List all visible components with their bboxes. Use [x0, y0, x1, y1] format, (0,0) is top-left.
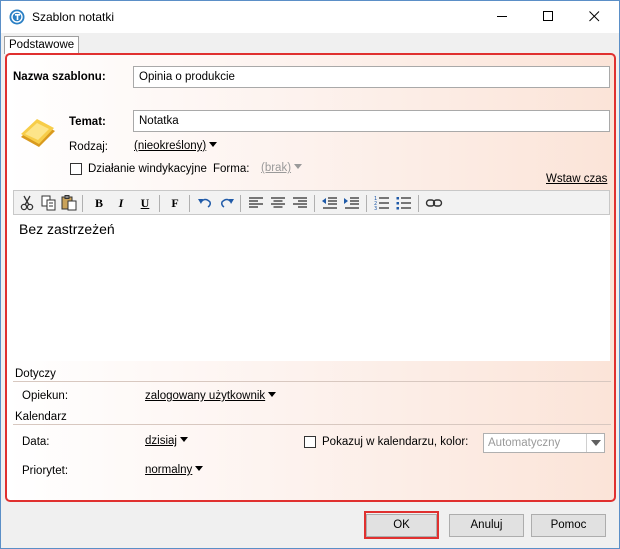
recovery-checkbox[interactable] — [70, 163, 82, 175]
note-icon — [21, 119, 55, 147]
form-dropdown[interactable]: (brak) — [261, 162, 303, 174]
toolbar-separator — [314, 195, 315, 212]
date-label: Data: — [22, 436, 50, 448]
minimize-icon — [497, 16, 507, 17]
priority-value: normalny — [145, 464, 193, 476]
toolbar-separator — [240, 195, 241, 212]
type-value: (nieokreślony) — [134, 140, 207, 152]
chevron-down-icon — [195, 466, 204, 471]
maximize-button[interactable] — [525, 1, 571, 32]
toolbar-separator — [366, 195, 367, 212]
redo-icon[interactable] — [218, 194, 236, 212]
copy-icon[interactable] — [40, 194, 58, 212]
subject-label: Temat: — [69, 116, 106, 128]
guardian-value: zalogowany użytkownik — [145, 390, 266, 402]
chevron-down-icon — [294, 164, 303, 169]
template-name-label: Nazwa szablonu: — [13, 71, 106, 83]
align-right-icon[interactable] — [291, 194, 309, 212]
window-title: Szablon notatki — [32, 10, 115, 24]
date-dropdown[interactable]: dzisiaj — [145, 435, 188, 447]
chevron-down-icon — [268, 392, 277, 397]
toolbar-separator — [82, 195, 83, 212]
chevron-down-icon — [179, 437, 188, 442]
priority-dropdown[interactable]: normalny — [145, 464, 204, 476]
form-label: Forma: — [213, 163, 250, 175]
app-logo-icon — [9, 9, 25, 25]
cancel-button[interactable]: Anuluj — [449, 514, 524, 537]
editor-toolbar: B I U F 1 2 3 — [13, 190, 610, 215]
chevron-down-icon — [209, 142, 218, 147]
note-editor[interactable]: Bez zastrzeżeń — [13, 215, 610, 361]
close-button[interactable] — [571, 1, 617, 32]
concerns-section-label: Dotyczy — [15, 368, 56, 380]
calendar-color-value: Automatyczny — [488, 437, 561, 449]
dialog-window: Szablon notatki Podstawowe Nazwa szablon… — [0, 0, 620, 549]
guardian-dropdown[interactable]: zalogowany użytkownik — [145, 390, 277, 402]
section-divider — [13, 381, 611, 382]
calendar-section-label: Kalendarz — [15, 411, 67, 423]
ok-button[interactable]: OK — [366, 514, 437, 537]
recovery-label: Działanie windykacyjne — [88, 163, 207, 175]
toolbar-separator — [159, 195, 160, 212]
tab-strip: Podstawowe — [1, 33, 619, 54]
font-button[interactable]: F — [166, 194, 184, 212]
guardian-label: Opiekun: — [22, 390, 69, 402]
insert-time-link[interactable]: Wstaw czas — [546, 173, 607, 185]
italic-button[interactable]: I — [112, 194, 130, 212]
bullet-list-icon[interactable] — [395, 194, 413, 212]
align-left-icon[interactable] — [247, 194, 265, 212]
undo-icon[interactable] — [196, 194, 214, 212]
template-name-input[interactable]: Opinia o produkcie — [133, 66, 610, 88]
calendar-color-select[interactable]: Automatyczny — [483, 433, 605, 453]
outdent-icon[interactable] — [321, 194, 339, 212]
main-panel: Nazwa szablonu: Opinia o produkcie Temat… — [5, 53, 616, 502]
numbered-list-icon[interactable]: 123 — [373, 194, 391, 212]
align-center-icon[interactable] — [269, 194, 287, 212]
subject-input[interactable]: Notatka — [133, 110, 610, 132]
show-in-calendar-label: Pokazuj w kalendarzu, kolor: — [322, 436, 469, 448]
section-divider — [13, 424, 611, 425]
maximize-icon — [543, 11, 553, 21]
toolbar-separator — [189, 195, 190, 212]
close-icon — [589, 11, 600, 22]
form-value: (brak) — [261, 162, 292, 174]
priority-label: Priorytet: — [22, 465, 69, 477]
minimize-button[interactable] — [479, 1, 525, 32]
toolbar-separator — [418, 195, 419, 212]
type-dropdown[interactable]: (nieokreślony) — [134, 140, 218, 152]
link-icon[interactable] — [425, 194, 443, 212]
date-value: dzisiaj — [145, 435, 177, 447]
show-in-calendar-checkbox[interactable] — [304, 436, 316, 448]
indent-icon[interactable] — [343, 194, 361, 212]
title-bar: Szablon notatki — [1, 1, 619, 33]
help-button[interactable]: Pomoc — [531, 514, 606, 537]
bold-button[interactable]: B — [90, 194, 108, 212]
paste-icon[interactable] — [60, 194, 78, 212]
scissors-icon[interactable] — [18, 194, 36, 212]
svg-text:3: 3 — [374, 206, 377, 212]
type-label: Rodzaj: — [69, 141, 108, 153]
tab-podstawowe[interactable]: Podstawowe — [4, 36, 80, 54]
chevron-down-icon[interactable] — [586, 434, 604, 452]
underline-button[interactable]: U — [136, 194, 154, 212]
